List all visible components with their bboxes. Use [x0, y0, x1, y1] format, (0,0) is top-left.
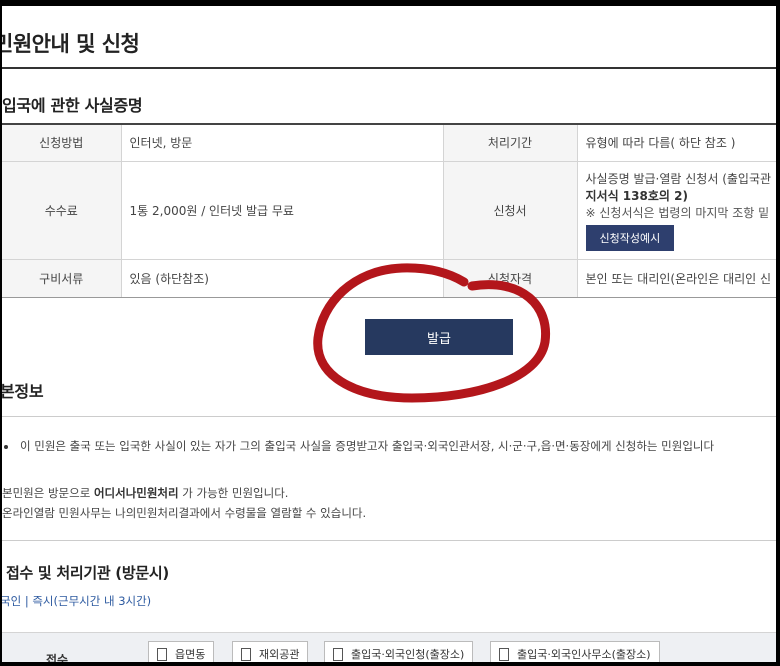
- chip-embassy[interactable]: 재외공관: [232, 641, 309, 662]
- form-note: ※ 신청서식은 법령의 마지막 조항 밑: [585, 205, 770, 220]
- example-button[interactable]: 신청작성예시: [585, 224, 675, 251]
- issue-button[interactable]: 발급: [365, 319, 513, 355]
- online-info: 온라인열람 민원사무는 나의민원처리결과에서 수령물을 열람할 수 있습니다.: [2, 506, 367, 520]
- screenshot-frame: 민원안내 및 신청 입국에 관한 사실증명 신청방법 인터넷, 방문 처리기간 …: [0, 0, 780, 666]
- page: 민원안내 및 신청 입국에 관한 사실증명 신청방법 인터넷, 방문 처리기간 …: [2, 6, 776, 662]
- table-row: 신청방법 인터넷, 방문 처리기간 유형에 따라 다름( 하단 참조 ): [2, 123, 776, 162]
- value-documents: 있음 (하단참조): [120, 258, 444, 298]
- label-form: 신청서: [442, 160, 578, 260]
- chip-town-office[interactable]: 읍면동: [148, 641, 215, 662]
- document-icon: [333, 647, 343, 661]
- label-eligibility: 신청자격: [442, 258, 578, 298]
- document-icon: [499, 647, 509, 661]
- bullet-text: 이 민원은 출국 또는 입국한 사실이 있는 자가 그의 출입국 사실을 증명받…: [20, 439, 715, 453]
- table-row: 수수료 1통 2,000원 / 인터넷 발급 무료 신청서 사실증명 발급·열람…: [2, 160, 776, 260]
- section-title-certificate: 입국에 관한 사실증명: [2, 96, 143, 115]
- receipt-row: 접수 읍면동 재외공관 출입국·외국인청(출장소) 출입국·외국인사무소(출장소…: [2, 632, 776, 662]
- divider: [2, 416, 776, 417]
- info-bullet: 이 민원은 출국 또는 입국한 사실이 있는 자가 그의 출입국 사실을 증명받…: [4, 438, 714, 454]
- page-title: 민원안내 및 신청: [2, 32, 140, 56]
- label-documents: 구비서류: [2, 258, 122, 298]
- anywhere-info: 본민원은 방문으로 어디서나민원처리 가 가능한 민원입니다.: [2, 486, 289, 500]
- agency-link[interactable]: 국인 | 즉시(근무시간 내 3시간): [2, 593, 151, 609]
- info-table: 신청방법 인터넷, 방문 처리기간 유형에 따라 다름( 하단 참조 ) 수수료…: [2, 123, 776, 298]
- value-period: 유형에 따라 다름( 하단 참조 ): [576, 123, 776, 162]
- document-icon: [241, 647, 251, 661]
- document-icon: [157, 647, 167, 661]
- title-rule: [2, 67, 776, 69]
- table-row: 구비서류 있음 (하단참조) 신청자격 본인 또는 대리인(온라인은 대리인 신: [2, 258, 776, 298]
- form-line-1: 사실증명 발급·열람 신청서 (출입국관: [585, 171, 772, 186]
- label-method: 신청방법: [2, 123, 122, 162]
- divider: [2, 540, 776, 541]
- value-fee: 1통 2,000원 / 인터넷 발급 무료: [120, 160, 444, 260]
- form-line-2: 지서식 138호의 2): [585, 188, 688, 203]
- section-title-agency: 접수 및 처리기관 (방문시): [6, 564, 169, 582]
- value-method: 인터넷, 방문: [120, 123, 444, 162]
- anywhere-bold: 어디서나민원처리: [93, 486, 179, 500]
- value-form: 사실증명 발급·열람 신청서 (출입국관 지서식 138호의 2) ※ 신청서식…: [576, 160, 776, 260]
- receipt-label: 접수: [46, 653, 69, 662]
- value-eligibility: 본인 또는 대리인(온라인은 대리인 신: [576, 258, 776, 298]
- chip-immigration-office[interactable]: 출입국·외국인청(출장소): [324, 641, 474, 662]
- label-period: 처리기간: [442, 123, 578, 162]
- label-fee: 수수료: [2, 160, 122, 260]
- bullet-icon: [4, 444, 8, 449]
- chip-immigration-branch[interactable]: 출입국·외국인사무소(출장소): [490, 641, 660, 662]
- section-title-basic-info: 본정보: [2, 382, 44, 401]
